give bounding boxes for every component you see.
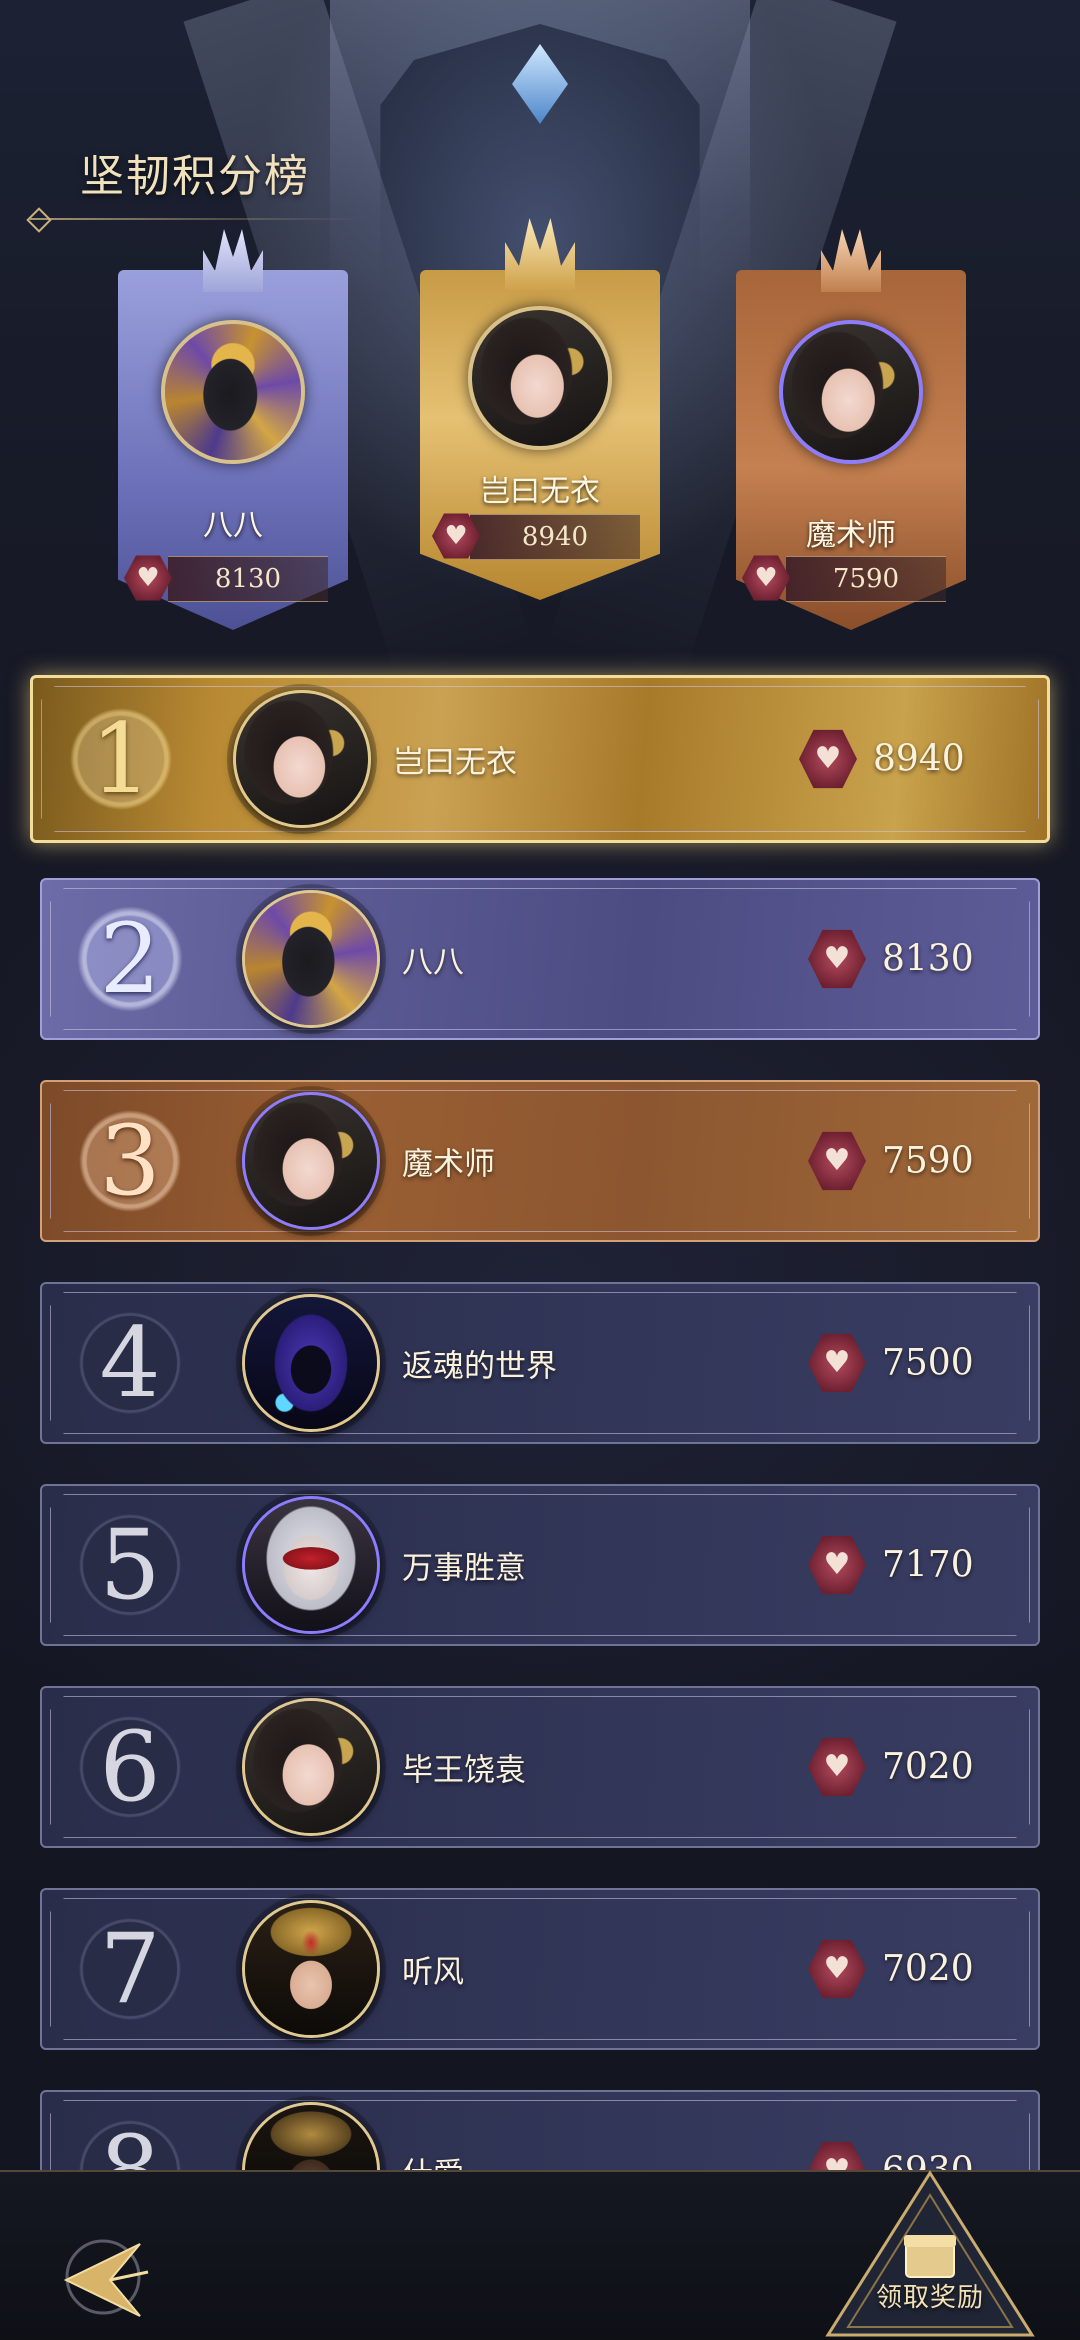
player-name: 返魂的世界: [402, 1348, 557, 1385]
heart-icon: ♥: [808, 1333, 866, 1393]
list-item[interactable]: 4 返魂的世界 ♥ 7500: [40, 1282, 1040, 1444]
player-score: 7170: [882, 1544, 974, 1586]
rank-medal: 8: [70, 2111, 190, 2170]
player-score: 7500: [882, 1342, 974, 1384]
rank-medal: 3: [70, 1101, 190, 1221]
crow-avatar: [245, 893, 377, 1025]
heart-icon: ♥: [799, 729, 857, 789]
avatar: [242, 1496, 380, 1634]
heart-icon: ♥: [808, 1535, 866, 1595]
player-score: 7590: [882, 1140, 974, 1182]
claim-reward-button[interactable]: 领取奖励: [820, 2165, 1040, 2340]
player-name: 听风: [402, 1954, 464, 1991]
player-score: 8940: [873, 738, 965, 780]
list-item[interactable]: 6 毕王饶袁 ♥ 7020: [40, 1686, 1040, 1848]
list-item[interactable]: 3 魔术师 ♥ 7590: [40, 1080, 1040, 1242]
hooded-avatar: [245, 1297, 377, 1429]
avatar: [242, 890, 380, 1028]
claim-reward-label: 领取奖励: [875, 2283, 984, 2313]
player-name: 魔术师: [402, 1146, 495, 1183]
ranking-list[interactable]: 1 岂曰无衣 ♥ 8940 2 八八 ♥ 8130 3 魔术师 ♥ 7590 4…: [0, 0, 1080, 2170]
rank-medal: 6: [70, 1707, 190, 1827]
lady-avatar: [236, 693, 368, 825]
player-score: 7020: [882, 1948, 974, 1990]
rank-medal: 7: [70, 1909, 190, 2029]
heart-icon: ♥: [808, 929, 866, 989]
leaderboard-screen: 坚韧积分榜 八八 8130 ♥ 岂曰无衣 8940 ♥ 魔术师 7590 ♥ 1…: [0, 0, 1080, 2340]
back-arrow-icon: [63, 2239, 149, 2317]
heart-icon: ♥: [808, 1131, 866, 1191]
rank-medal: 4: [70, 1303, 190, 1423]
list-item[interactable]: 5 万事胜意 ♥ 7170: [40, 1484, 1040, 1646]
rank-medal: 5: [70, 1505, 190, 1625]
list-item[interactable]: 2 八八 ♥ 8130: [40, 878, 1040, 1040]
list-item[interactable]: 1 岂曰无衣 ♥ 8940: [30, 675, 1050, 843]
list-item[interactable]: 8 什爱 ♥ 6930: [40, 2090, 1040, 2170]
player-score: 8130: [882, 938, 974, 980]
lady-avatar: [245, 1701, 377, 1833]
masked-avatar: [245, 1499, 377, 1631]
player-name: 万事胜意: [402, 1550, 526, 1587]
avatar: [242, 1900, 380, 2038]
dark-avatar: [245, 2105, 377, 2170]
back-button[interactable]: [48, 2222, 158, 2332]
player-name: 毕王饶袁: [402, 1752, 526, 1789]
heart-icon: ♥: [808, 1939, 866, 1999]
avatar: [242, 1294, 380, 1432]
heart-icon: ♥: [808, 1737, 866, 1797]
avatar: [242, 1092, 380, 1230]
avatar: [242, 1698, 380, 1836]
player-name: 什爱: [402, 2149, 464, 2171]
chest-icon: [905, 2242, 955, 2278]
avatar: [233, 690, 371, 828]
player-name: 八八: [402, 944, 464, 981]
lady-avatar: [245, 1095, 377, 1227]
avatar: [242, 2102, 380, 2170]
rank-medal: 1: [61, 699, 181, 819]
list-item[interactable]: 7 听风 ♥ 7020: [40, 1888, 1040, 2050]
rank-medal: 2: [70, 899, 190, 1019]
crowned-avatar: [245, 1903, 377, 2035]
player-score: 7020: [882, 1746, 974, 1788]
player-name: 岂曰无衣: [393, 744, 517, 781]
